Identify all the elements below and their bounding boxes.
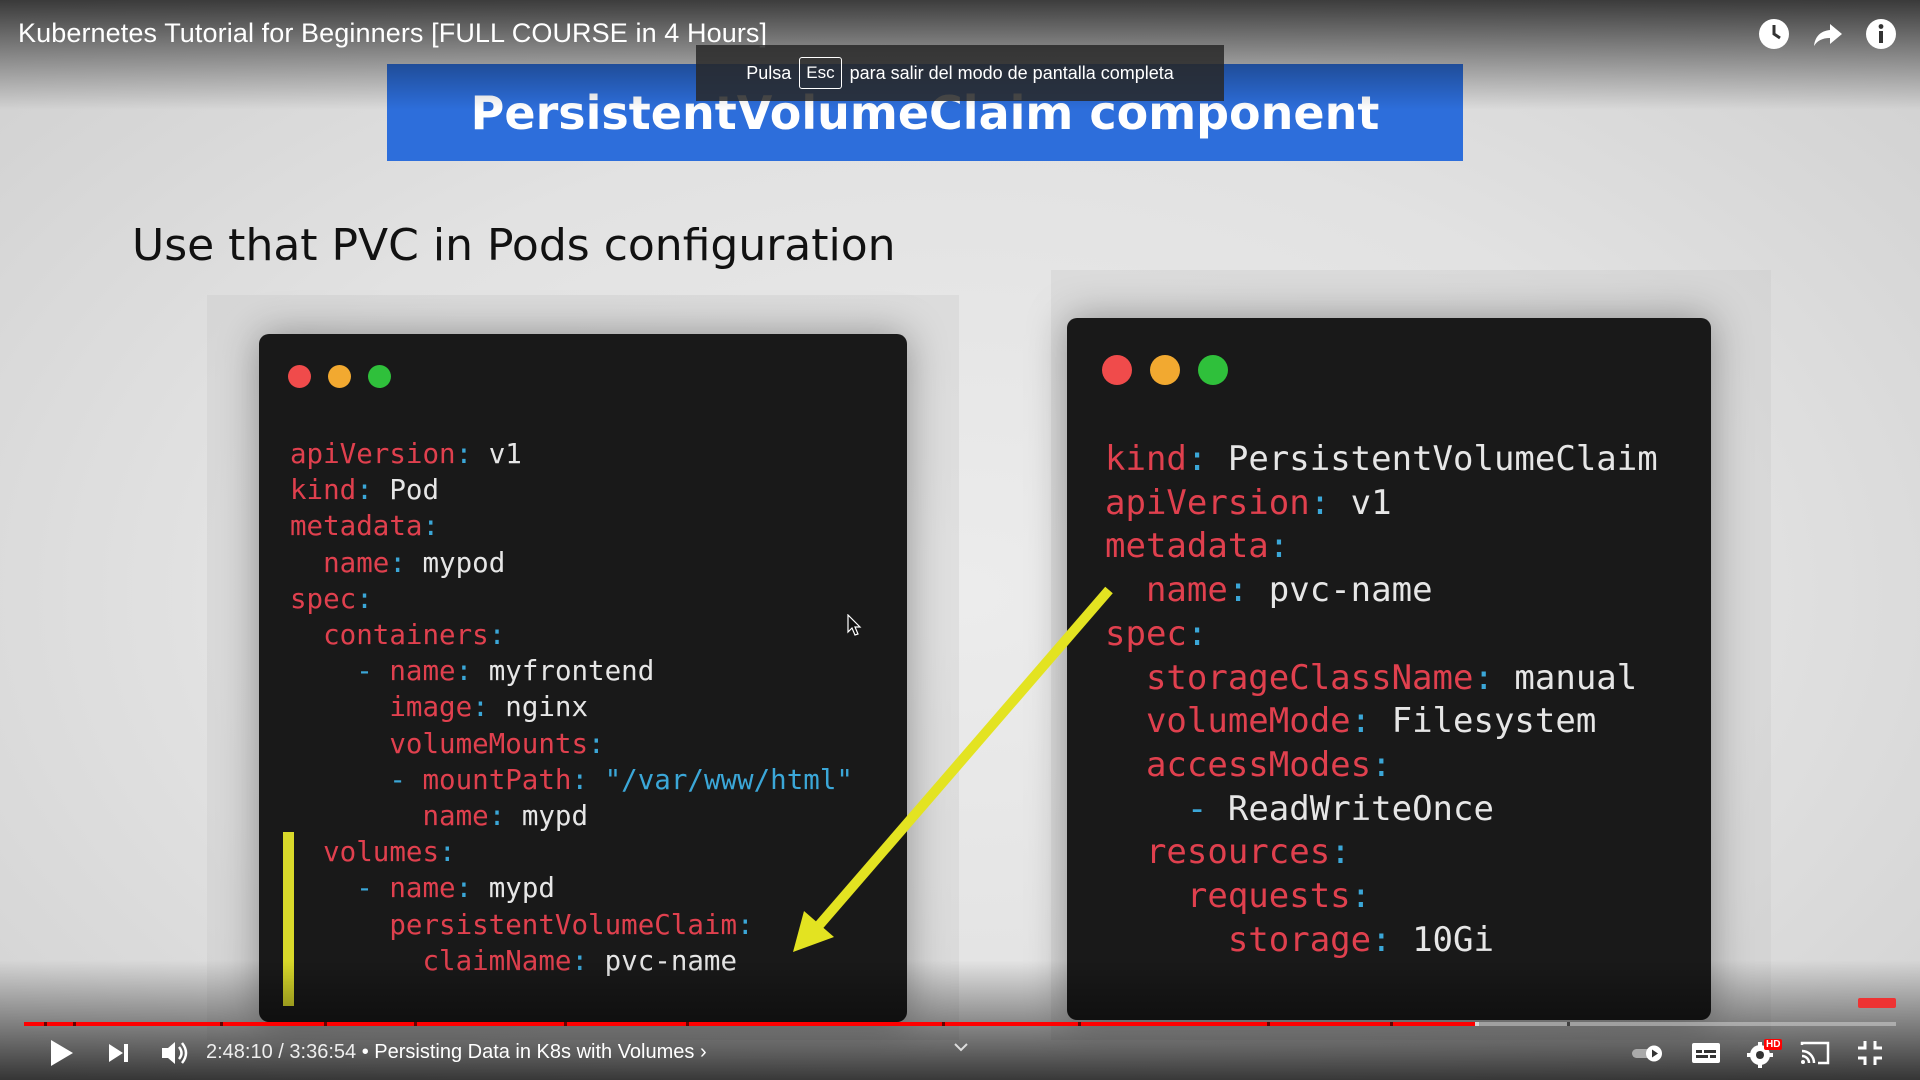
fullscreen-exit-notice: Pulsa Esc para salir del modo de pantall…: [696, 45, 1224, 101]
chevron-down-icon[interactable]: [950, 1040, 972, 1056]
play-icon[interactable]: [44, 1036, 78, 1070]
chapter-marker: [564, 1022, 567, 1026]
fullscreen-notice-prefix: Pulsa: [746, 62, 792, 83]
chapter-marker: [942, 1022, 945, 1026]
chevron-right-icon: ›: [699, 1041, 707, 1063]
chapter-marker: [73, 1022, 76, 1026]
info-icon[interactable]: [1863, 16, 1899, 52]
time-display: 2:48:10 / 3:36:54 • Persisting Data in K…: [206, 1041, 707, 1064]
hd-badge: HD: [1764, 1039, 1783, 1050]
chapter-marker: [1390, 1022, 1393, 1026]
video-title[interactable]: Kubernetes Tutorial for Beginners [FULL …: [18, 18, 767, 49]
mouse-cursor-icon: [847, 614, 862, 636]
chapter-marker: [44, 1022, 47, 1026]
chapter-marker: [324, 1022, 327, 1026]
channel-watermark[interactable]: [1858, 998, 1896, 1008]
progress-played: [24, 1022, 1475, 1026]
chapter-marker: [1267, 1022, 1270, 1026]
fullscreen-notice-suffix: para salir del modo de pantalla completa: [849, 62, 1174, 83]
chapter-marker: [220, 1022, 223, 1026]
chapter-marker: [686, 1022, 689, 1026]
next-icon[interactable]: [104, 1036, 134, 1070]
exit-fullscreen-icon[interactable]: [1853, 1036, 1887, 1070]
chapter-marker: [1567, 1022, 1570, 1026]
chapter-marker: [1078, 1022, 1081, 1026]
esc-key-badge: Esc: [799, 57, 842, 89]
volume-icon[interactable]: [158, 1036, 192, 1070]
clock-icon[interactable]: [1756, 16, 1792, 52]
subtitles-icon[interactable]: [1689, 1036, 1723, 1070]
time-current-duration: 2:48:10 / 3:36:54: [206, 1041, 357, 1063]
progress-bar[interactable]: [24, 1022, 1896, 1026]
chapter-marker: [414, 1022, 417, 1026]
share-arrow-icon[interactable]: [1810, 16, 1846, 52]
chapter-title-label: • Persisting Data in K8s with Volumes: [361, 1041, 695, 1063]
video-frame[interactable]: PersistentVolumeClaim component Use that…: [0, 0, 1920, 1080]
reference-arrow-icon: [793, 586, 1113, 952]
cast-icon[interactable]: [1798, 1036, 1832, 1070]
chapter-title[interactable]: • Persisting Data in K8s with Volumes ›: [362, 1041, 707, 1063]
autoplay-toggle-icon[interactable]: [1628, 1036, 1668, 1070]
